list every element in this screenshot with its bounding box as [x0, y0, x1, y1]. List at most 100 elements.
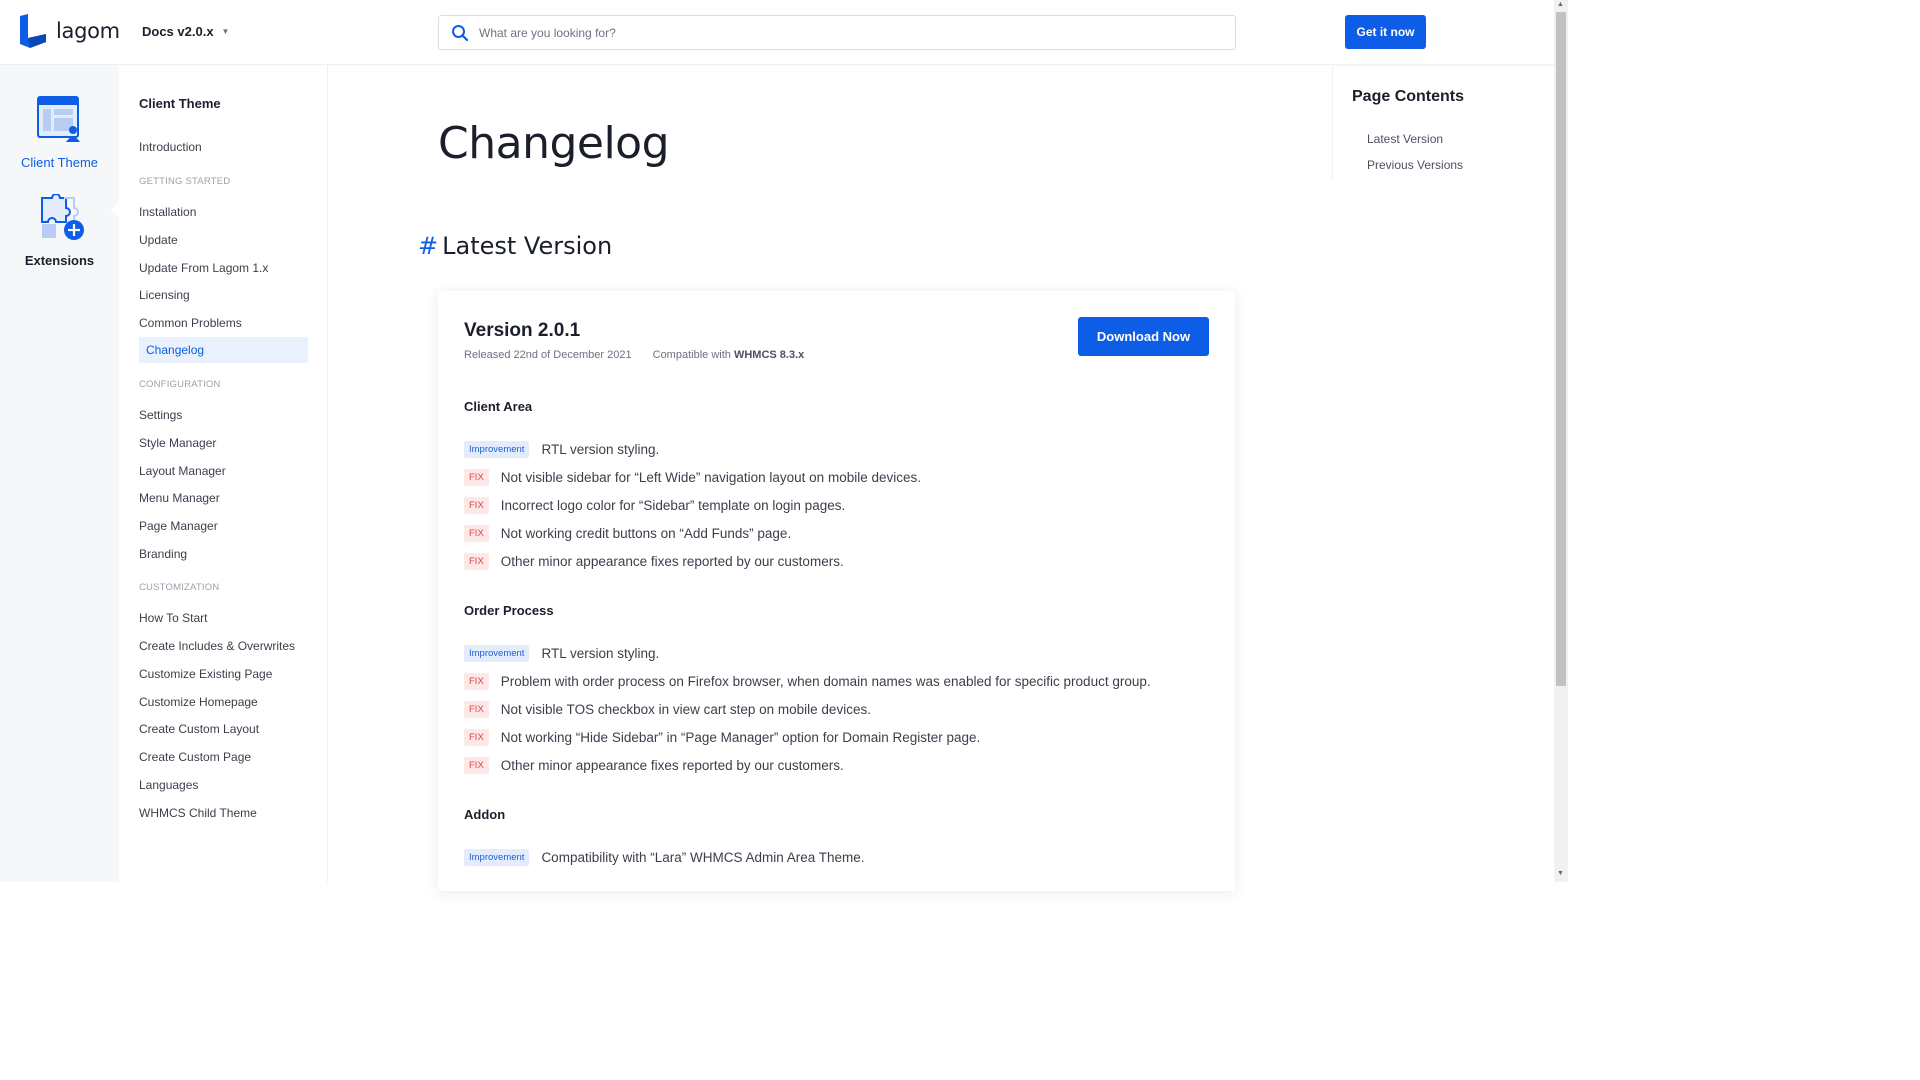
extensions-icon: [40, 193, 84, 240]
entry-text: RTL version styling.: [541, 646, 660, 661]
fix-badge: FIX: [464, 757, 489, 774]
sidebar-item-create-includes[interactable]: Create Includes & Overwrites: [139, 639, 295, 653]
main-content: Changelog # Latest Version Version 2.0.1 …: [328, 66, 1333, 891]
anchor-link[interactable]: #: [418, 232, 438, 260]
logo-text: lagom: [56, 19, 120, 43]
version-card: Version 2.0.1 Released 22nd of December …: [438, 291, 1235, 891]
changelog-entry: Improvement Compatibility with “Lara” WH…: [464, 849, 865, 866]
fix-badge: FIX: [464, 701, 489, 718]
search-input[interactable]: [479, 25, 1179, 40]
sidebar-item-customize-homepage[interactable]: Customize Homepage: [139, 695, 258, 709]
changelog-entry: FIX Not visible TOS checkbox in view car…: [464, 701, 871, 718]
top-header: lagom Docs v2.0.x ▼ Get it now: [0, 0, 1554, 65]
sidebar-item-create-custom-page[interactable]: Create Custom Page: [139, 750, 251, 764]
sidebar-item-changelog[interactable]: Changelog: [139, 337, 308, 363]
sidebar-item-page-manager[interactable]: Page Manager: [139, 519, 218, 533]
sidebar-item-style-manager[interactable]: Style Manager: [139, 436, 216, 450]
rail-label-extensions: Extensions: [24, 253, 95, 268]
version-title: Version 2.0.1: [464, 320, 581, 341]
entry-text: Other minor appearance fixes reported by…: [500, 554, 844, 569]
entry-text: Not working credit buttons on “Add Funds…: [500, 526, 792, 541]
scrollbar-thumb[interactable]: [1556, 12, 1566, 686]
sidebar-item-changelog-label: Changelog: [146, 343, 205, 357]
improvement-badge: Improvement: [464, 645, 530, 662]
sidebar-item-settings[interactable]: Settings: [139, 408, 182, 422]
entry-text: Not working “Hide Sidebar” in “Page Mana…: [500, 730, 981, 745]
changelog-entry: FIX Not working credit buttons on “Add F…: [464, 525, 791, 542]
latest-version-title: Latest Version: [442, 232, 613, 260]
sidebar-section-customization: CUSTOMIZATION: [139, 582, 220, 593]
improvement-badge: Improvement: [464, 849, 530, 866]
changelog-entry: FIX Incorrect logo color for “Sidebar” t…: [464, 497, 845, 514]
toc-title: Page Contents: [1352, 88, 1465, 105]
sidebar-item-licensing[interactable]: Licensing: [139, 288, 190, 302]
changelog-entry: FIX Not visible sidebar for “Left Wide” …: [464, 469, 921, 486]
sidebar-item-update-from-lagom-1x[interactable]: Update From Lagom 1.x: [139, 261, 268, 275]
sidebar-item-introduction[interactable]: Introduction: [139, 140, 202, 154]
search-icon: [452, 24, 469, 41]
sidebar-title: Client Theme: [139, 96, 221, 111]
entry-text: Incorrect logo color for “Sidebar” templ…: [500, 498, 846, 513]
sidebar-section-configuration: CONFIGURATION: [139, 379, 221, 390]
fix-badge: FIX: [464, 525, 489, 542]
scroll-up-icon[interactable]: ▲: [1557, 1, 1564, 8]
sidebar-item-whmcs-child-theme[interactable]: WHMCS Child Theme: [139, 806, 257, 820]
page-contents: Page Contents Latest Version Previous Ve…: [1332, 66, 1554, 180]
docs-version-dropdown[interactable]: Docs v2.0.x ▼: [142, 24, 229, 39]
sidebar-nav: Client Theme Introduction GETTING STARTE…: [119, 66, 328, 882]
sidebar-item-common-problems[interactable]: Common Problems: [139, 316, 242, 330]
entry-text: Not visible TOS checkbox in view cart st…: [500, 702, 871, 717]
rail-item-client-theme[interactable]: Client Theme: [0, 96, 119, 170]
latest-version-heading: # Latest Version: [418, 232, 612, 260]
page-title: Changelog: [438, 118, 670, 169]
client-theme-icon: [36, 96, 80, 142]
rail-label-client-theme: Client Theme: [20, 155, 99, 170]
sidebar-item-installation[interactable]: Installation: [139, 205, 196, 219]
compat-value: WHMCS 8.3.x: [733, 349, 805, 361]
compat-prefix: Compatible with: [652, 349, 731, 361]
sidebar-item-create-custom-layout[interactable]: Create Custom Layout: [139, 722, 259, 736]
release-date: Released 22nd of December 2021: [464, 349, 632, 361]
toc-link-previous-versions[interactable]: Previous Versions: [1367, 158, 1463, 172]
docs-version-label: Docs v2.0.x: [142, 24, 214, 39]
entry-text: RTL version styling.: [541, 442, 660, 457]
group-title-client-area: Client Area: [464, 399, 533, 414]
sidebar-section-getting-started: GETTING STARTED: [139, 176, 231, 187]
group-title-addon: Addon: [464, 807, 506, 822]
compatibility-info: Compatible with WHMCS 8.3.x: [653, 349, 805, 361]
sidebar-item-layout-manager[interactable]: Layout Manager: [139, 464, 226, 478]
fix-badge: FIX: [464, 553, 489, 570]
changelog-entry: FIX Problem with order process on Firefo…: [464, 673, 1151, 690]
search-box[interactable]: [438, 15, 1236, 50]
fix-badge: FIX: [464, 497, 489, 514]
sidebar-item-update[interactable]: Update: [139, 233, 178, 247]
sidebar-item-menu-manager[interactable]: Menu Manager: [139, 491, 220, 505]
group-title-order-process: Order Process: [464, 603, 554, 618]
get-it-now-button[interactable]: Get it now: [1345, 15, 1426, 49]
changelog-entry: FIX Other minor appearance fixes reporte…: [464, 757, 844, 774]
changelog-entry: FIX Not working “Hide Sidebar” in “Page …: [464, 729, 980, 746]
entry-text: Not visible sidebar for “Left Wide” navi…: [500, 470, 921, 485]
rail-item-extensions[interactable]: Extensions: [0, 193, 119, 268]
sidebar-item-how-to-start[interactable]: How To Start: [139, 611, 207, 625]
sidebar-item-languages[interactable]: Languages: [139, 778, 198, 792]
sidebar-item-customize-existing-page[interactable]: Customize Existing Page: [139, 667, 272, 681]
entry-text: Compatibility with “Lara” WHMCS Admin Ar…: [541, 850, 865, 865]
chevron-down-icon: ▼: [221, 27, 230, 36]
entry-text: Other minor appearance fixes reported by…: [500, 758, 844, 773]
toc-link-latest-version[interactable]: Latest Version: [1367, 132, 1443, 146]
fix-badge: FIX: [464, 729, 489, 746]
version-meta: Released 22nd of December 2021 Compatibl…: [464, 349, 804, 361]
changelog-entry: Improvement RTL version styling.: [464, 441, 659, 458]
logo[interactable]: lagom: [18, 14, 120, 48]
improvement-badge: Improvement: [464, 441, 530, 458]
entry-text: Problem with order process on Firefox br…: [500, 674, 1151, 689]
sidebar-item-branding[interactable]: Branding: [139, 547, 187, 561]
scroll-down-icon[interactable]: ▼: [1557, 870, 1564, 877]
download-now-button[interactable]: Download Now: [1078, 317, 1209, 356]
product-rail: Client Theme Extensions: [0, 66, 119, 882]
page-scrollbar[interactable]: ▲ ▼: [1554, 0, 1568, 882]
lagom-logo-icon: [20, 14, 46, 48]
fix-badge: FIX: [464, 469, 489, 486]
fix-badge: FIX: [464, 673, 489, 690]
